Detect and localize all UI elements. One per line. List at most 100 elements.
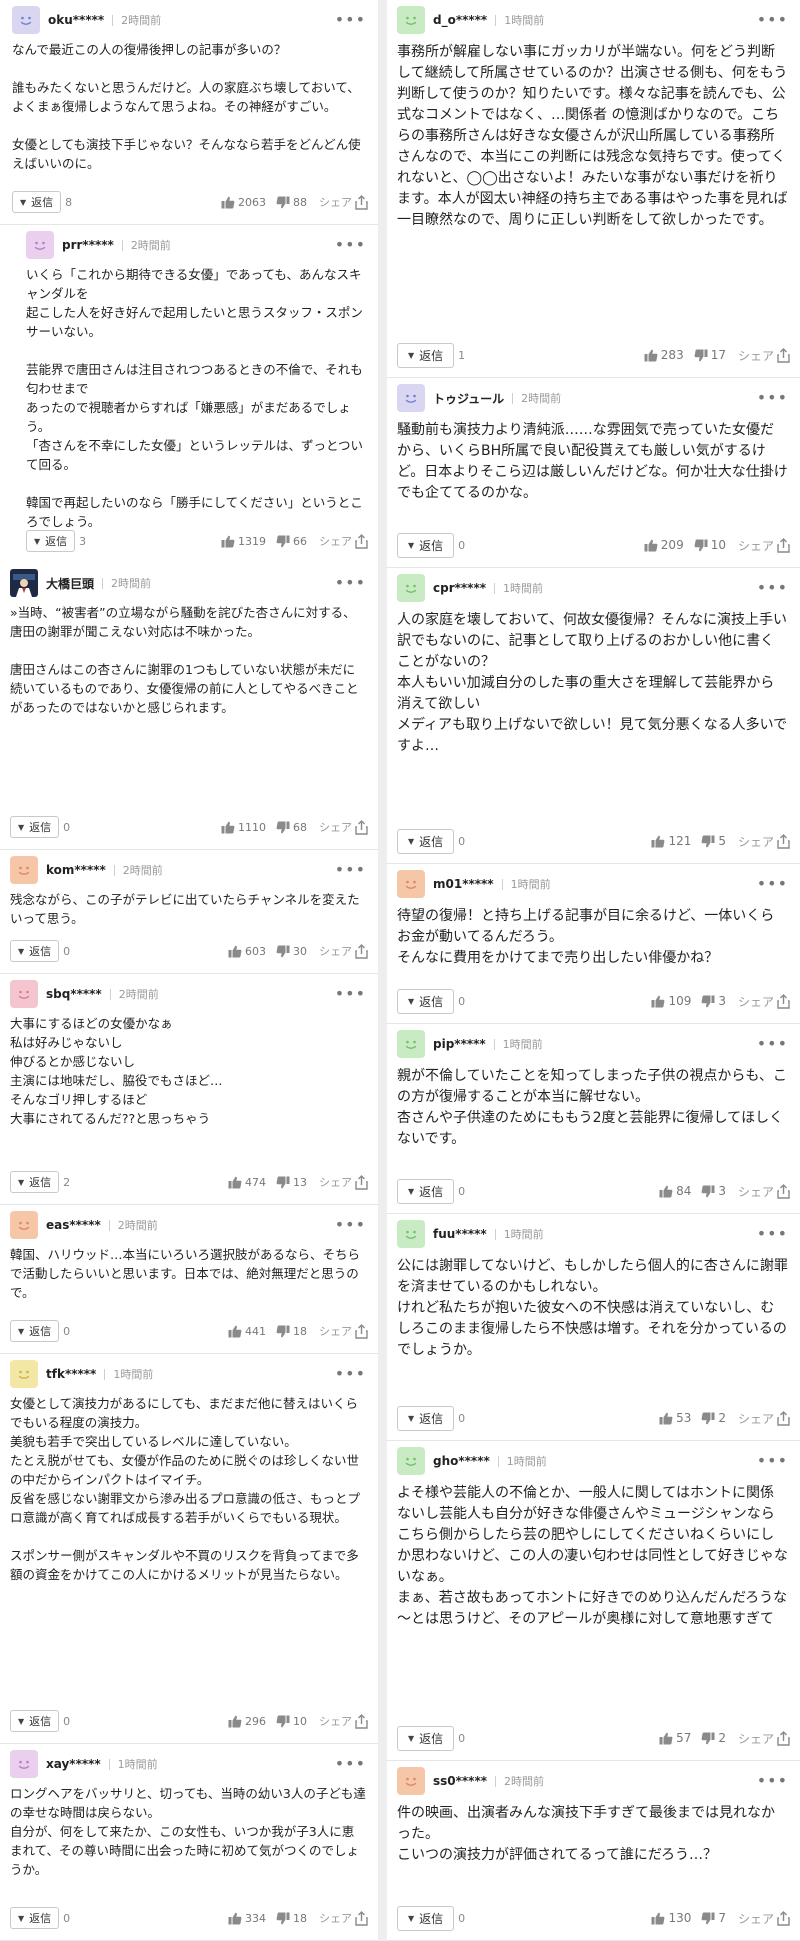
username[interactable]: xay***** bbox=[46, 1757, 101, 1771]
more-options-icon[interactable]: ••• bbox=[335, 12, 366, 28]
dislike-button[interactable]: 66 bbox=[276, 535, 307, 548]
share-button[interactable]: シェア bbox=[738, 1410, 790, 1427]
like-button[interactable]: 209 bbox=[644, 538, 684, 552]
reply-button[interactable]: ▼ 返信 bbox=[397, 342, 455, 368]
dislike-button[interactable]: 2 bbox=[701, 1731, 726, 1745]
dislike-button[interactable]: 13 bbox=[276, 1176, 307, 1189]
dislike-button[interactable]: 3 bbox=[701, 994, 726, 1008]
username[interactable]: トゥジュール bbox=[433, 390, 504, 407]
dislike-button[interactable]: 10 bbox=[694, 538, 726, 552]
like-button[interactable]: 121 bbox=[651, 834, 691, 848]
avatar[interactable] bbox=[10, 1360, 38, 1388]
reply-button[interactable]: ▼ 返信 bbox=[397, 1905, 455, 1931]
reply-button[interactable]: ▼ 返信 bbox=[10, 1710, 60, 1732]
dislike-button[interactable]: 2 bbox=[701, 1411, 726, 1425]
avatar[interactable] bbox=[397, 870, 425, 898]
like-button[interactable]: 474 bbox=[228, 1176, 266, 1189]
reply-button[interactable]: ▼ 返信 bbox=[12, 191, 62, 213]
avatar[interactable] bbox=[397, 6, 425, 34]
username[interactable]: fuu***** bbox=[433, 1227, 487, 1241]
username[interactable]: 大橋巨頭 bbox=[46, 575, 94, 592]
avatar[interactable] bbox=[26, 231, 54, 259]
dislike-button[interactable]: 18 bbox=[276, 1912, 307, 1925]
share-button[interactable]: シェア bbox=[738, 347, 790, 364]
like-button[interactable]: 53 bbox=[659, 1411, 691, 1425]
share-button[interactable]: シェア bbox=[738, 833, 790, 850]
share-button[interactable]: シェア bbox=[319, 194, 368, 210]
more-options-icon[interactable]: ••• bbox=[757, 12, 788, 28]
more-options-icon[interactable]: ••• bbox=[757, 1773, 788, 1789]
like-button[interactable]: 1319 bbox=[221, 535, 266, 548]
avatar[interactable] bbox=[397, 384, 425, 412]
share-button[interactable]: シェア bbox=[319, 1323, 368, 1339]
more-options-icon[interactable]: ••• bbox=[335, 1366, 366, 1382]
reply-button[interactable]: ▼ 返信 bbox=[397, 532, 455, 558]
like-button[interactable]: 283 bbox=[644, 348, 684, 362]
like-button[interactable]: 130 bbox=[651, 1911, 691, 1925]
reply-button[interactable]: ▼ 返信 bbox=[10, 940, 60, 962]
username[interactable]: d_o***** bbox=[433, 13, 487, 27]
dislike-button[interactable]: 30 bbox=[276, 945, 307, 958]
more-options-icon[interactable]: ••• bbox=[757, 876, 788, 892]
like-button[interactable]: 109 bbox=[651, 994, 691, 1008]
username[interactable]: pip***** bbox=[433, 1037, 486, 1051]
reply-button[interactable]: ▼ 返信 bbox=[397, 1178, 455, 1204]
share-button[interactable]: シェア bbox=[738, 1910, 790, 1927]
share-button[interactable]: シェア bbox=[738, 993, 790, 1010]
reply-button[interactable]: ▼ 返信 bbox=[10, 1907, 60, 1929]
like-button[interactable]: 441 bbox=[228, 1325, 266, 1338]
like-button[interactable]: 603 bbox=[228, 945, 266, 958]
share-button[interactable]: シェア bbox=[738, 537, 790, 554]
avatar[interactable] bbox=[397, 1220, 425, 1248]
username[interactable]: oku***** bbox=[48, 13, 104, 27]
more-options-icon[interactable]: ••• bbox=[757, 1453, 788, 1469]
reply-button[interactable]: ▼ 返信 bbox=[397, 1405, 455, 1431]
reply-button[interactable]: ▼ 返信 bbox=[10, 1171, 60, 1193]
avatar[interactable] bbox=[397, 1030, 425, 1058]
more-options-icon[interactable]: ••• bbox=[335, 986, 366, 1002]
reply-button[interactable]: ▼ 返信 bbox=[397, 1725, 455, 1751]
reply-button[interactable]: ▼ 返信 bbox=[26, 530, 76, 552]
username[interactable]: kom***** bbox=[46, 863, 106, 877]
avatar[interactable] bbox=[397, 1447, 425, 1475]
more-options-icon[interactable]: ••• bbox=[757, 390, 788, 406]
dislike-button[interactable]: 3 bbox=[701, 1184, 726, 1198]
dislike-button[interactable]: 10 bbox=[276, 1715, 307, 1728]
dislike-button[interactable]: 68 bbox=[276, 821, 307, 834]
username[interactable]: sbq***** bbox=[46, 987, 102, 1001]
like-button[interactable]: 84 bbox=[659, 1184, 691, 1198]
more-options-icon[interactable]: ••• bbox=[757, 1036, 788, 1052]
share-button[interactable]: シェア bbox=[319, 1174, 368, 1190]
username[interactable]: gho***** bbox=[433, 1454, 490, 1468]
username[interactable]: prr***** bbox=[62, 238, 114, 252]
avatar[interactable] bbox=[397, 1767, 425, 1795]
share-button[interactable]: シェア bbox=[319, 1713, 368, 1729]
share-button[interactable]: シェア bbox=[319, 943, 368, 959]
more-options-icon[interactable]: ••• bbox=[757, 1226, 788, 1242]
share-button[interactable]: シェア bbox=[319, 819, 368, 835]
more-options-icon[interactable]: ••• bbox=[335, 575, 366, 591]
avatar[interactable] bbox=[10, 569, 38, 597]
avatar[interactable] bbox=[12, 6, 40, 34]
username[interactable]: tfk***** bbox=[46, 1367, 96, 1381]
dislike-button[interactable]: 17 bbox=[694, 348, 726, 362]
more-options-icon[interactable]: ••• bbox=[757, 580, 788, 596]
like-button[interactable]: 334 bbox=[228, 1912, 266, 1925]
avatar[interactable] bbox=[10, 1750, 38, 1778]
username[interactable]: ss0***** bbox=[433, 1774, 487, 1788]
username[interactable]: cpr***** bbox=[433, 581, 486, 595]
like-button[interactable]: 1110 bbox=[221, 821, 266, 834]
more-options-icon[interactable]: ••• bbox=[335, 1217, 366, 1233]
dislike-button[interactable]: 88 bbox=[276, 196, 307, 209]
avatar[interactable] bbox=[10, 1211, 38, 1239]
share-button[interactable]: シェア bbox=[738, 1183, 790, 1200]
like-button[interactable]: 57 bbox=[659, 1731, 691, 1745]
like-button[interactable]: 2063 bbox=[221, 196, 266, 209]
avatar[interactable] bbox=[397, 574, 425, 602]
dislike-button[interactable]: 7 bbox=[701, 1911, 726, 1925]
dislike-button[interactable]: 5 bbox=[701, 834, 726, 848]
more-options-icon[interactable]: ••• bbox=[335, 862, 366, 878]
reply-button[interactable]: ▼ 返信 bbox=[397, 828, 455, 854]
dislike-button[interactable]: 18 bbox=[276, 1325, 307, 1338]
username[interactable]: m01***** bbox=[433, 877, 494, 891]
